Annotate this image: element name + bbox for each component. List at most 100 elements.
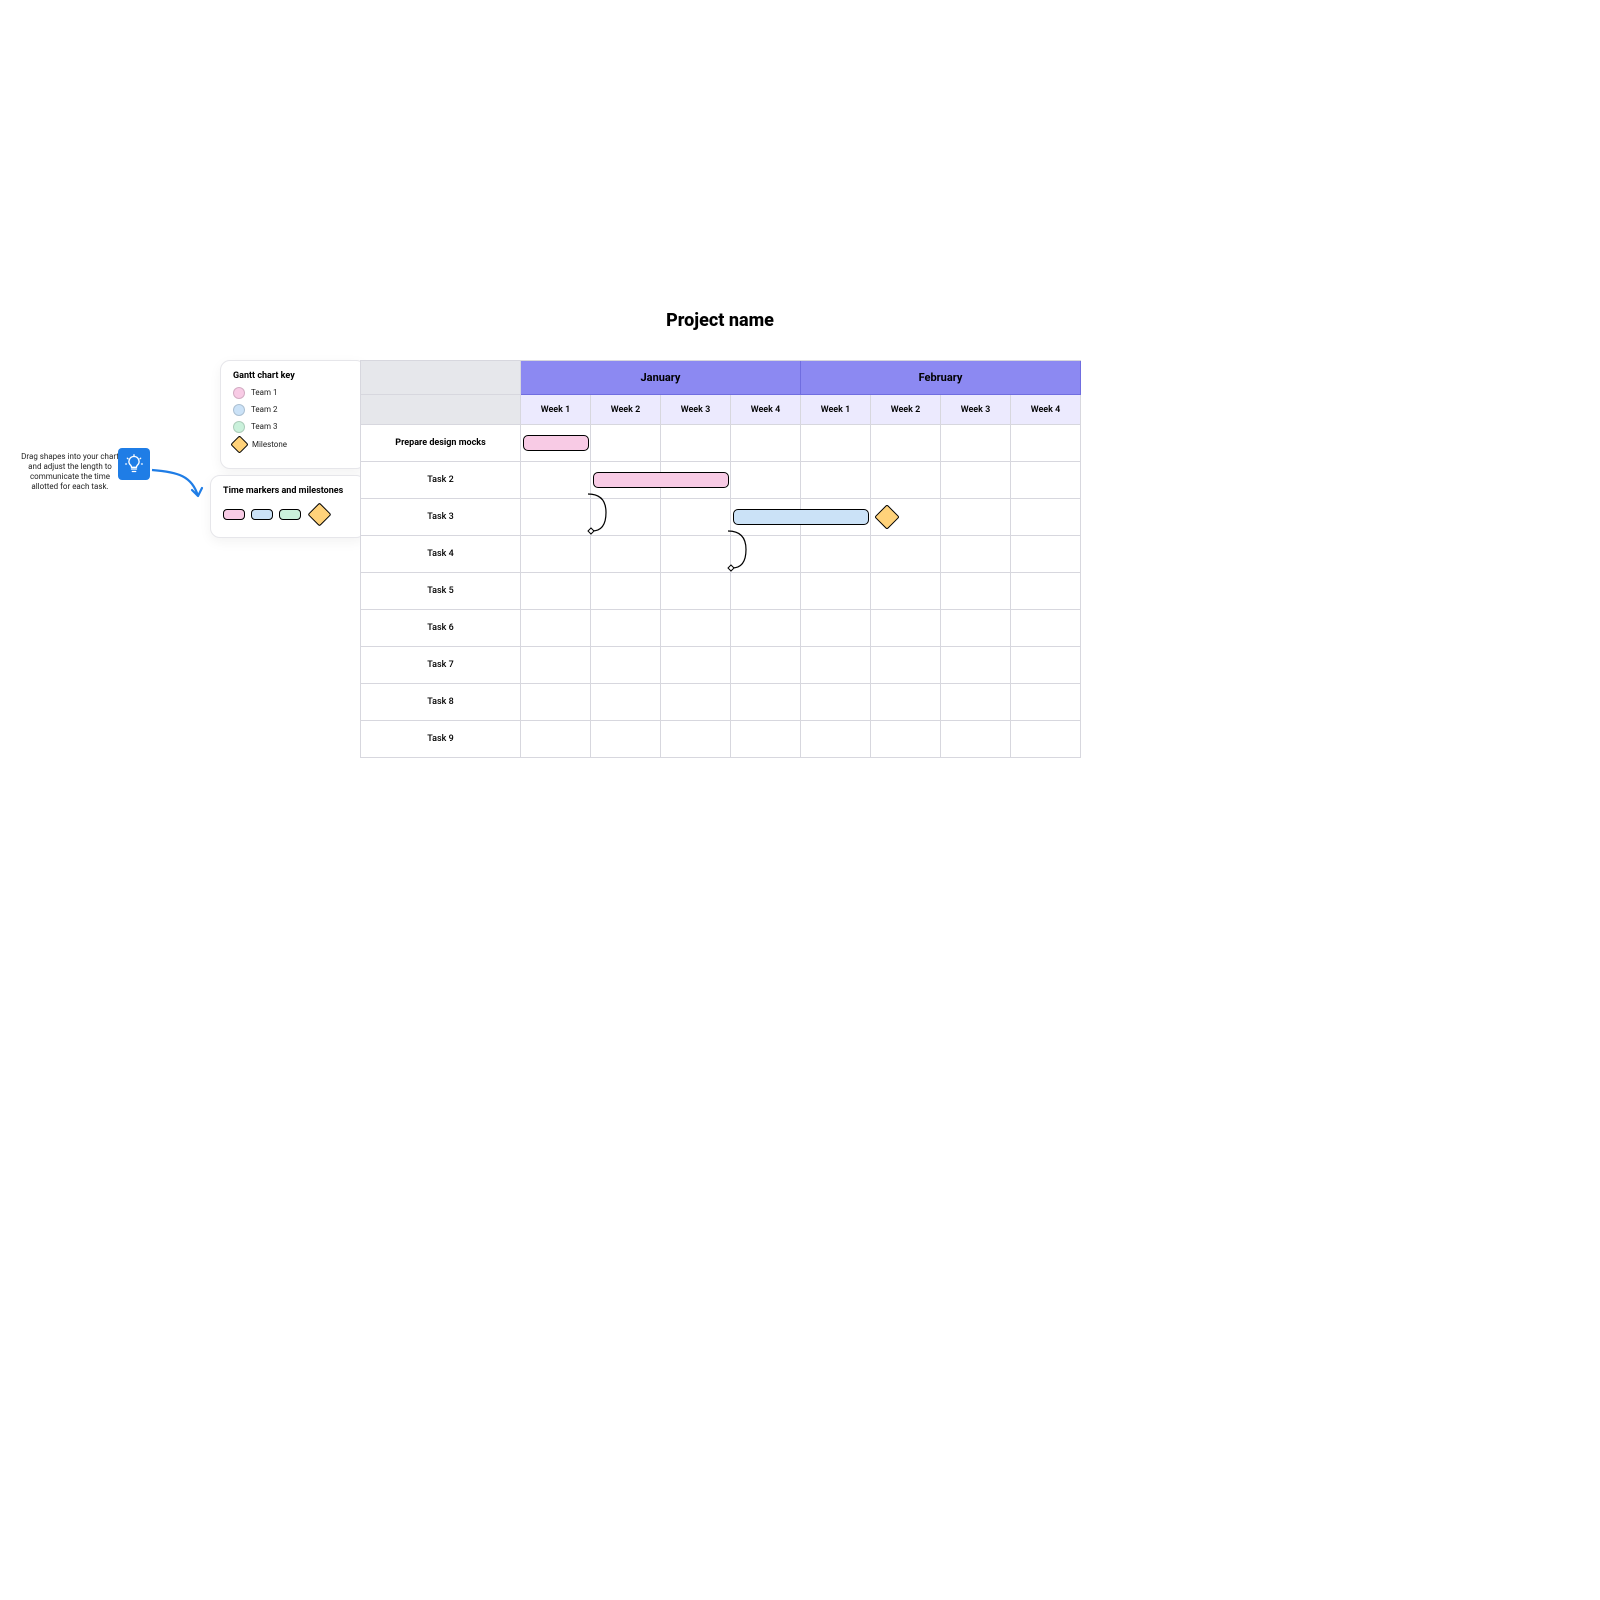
marker-milestone[interactable] xyxy=(307,502,331,526)
gantt-cell[interactable] xyxy=(871,573,941,610)
tip-text: Drag shapes into your chart and adjust t… xyxy=(20,452,120,492)
task-row[interactable]: Task 4 xyxy=(361,536,1081,573)
gantt-cell[interactable] xyxy=(871,721,941,758)
task-row[interactable]: Task 3 xyxy=(361,499,1081,536)
gantt-cell[interactable] xyxy=(1011,610,1081,647)
gantt-cell[interactable] xyxy=(1011,647,1081,684)
gantt-cell[interactable] xyxy=(941,536,1011,573)
swatch-icon xyxy=(233,387,245,399)
tip-lightbulb-box[interactable] xyxy=(118,448,150,480)
gantt-cell[interactable] xyxy=(941,425,1011,462)
gantt-cell[interactable] xyxy=(731,499,801,536)
gantt-cell[interactable] xyxy=(801,721,871,758)
gantt-cell[interactable] xyxy=(521,684,591,721)
gantt-cell[interactable] xyxy=(941,573,1011,610)
gantt-cell[interactable] xyxy=(801,462,871,499)
gantt-cell[interactable] xyxy=(801,425,871,462)
months-header-row: January February xyxy=(361,361,1081,395)
gantt-cell[interactable] xyxy=(661,425,731,462)
gantt-cell[interactable] xyxy=(801,536,871,573)
task-row[interactable]: Task 6 xyxy=(361,610,1081,647)
gantt-cell[interactable] xyxy=(591,462,661,499)
gantt-cell[interactable] xyxy=(731,610,801,647)
task-label: Task 3 xyxy=(361,499,521,536)
gantt-cell[interactable] xyxy=(941,462,1011,499)
gantt-cell[interactable] xyxy=(801,684,871,721)
gantt-cell[interactable] xyxy=(1011,573,1081,610)
gantt-cell[interactable] xyxy=(871,684,941,721)
gantt-cell[interactable] xyxy=(1011,536,1081,573)
gantt-cell[interactable] xyxy=(661,536,731,573)
gantt-cell[interactable] xyxy=(521,536,591,573)
task-row[interactable]: Task 5 xyxy=(361,573,1081,610)
gantt-cell[interactable] xyxy=(661,573,731,610)
gantt-cell[interactable] xyxy=(801,499,871,536)
gantt-cell[interactable] xyxy=(731,647,801,684)
task-row[interactable]: Task 8 xyxy=(361,684,1081,721)
gantt-chart[interactable]: January February Week 1 Week 2 Week 3 We… xyxy=(360,360,1081,758)
gantt-cell[interactable] xyxy=(1011,425,1081,462)
gantt-bar[interactable] xyxy=(523,435,589,451)
gantt-cell[interactable] xyxy=(661,647,731,684)
gantt-cell[interactable] xyxy=(941,721,1011,758)
marker-pill-team3[interactable] xyxy=(279,509,301,520)
milestone-marker[interactable] xyxy=(874,504,899,529)
task-row[interactable]: Task 2 xyxy=(361,462,1081,499)
gantt-cell[interactable] xyxy=(521,425,591,462)
gantt-cell[interactable] xyxy=(731,425,801,462)
gantt-cell[interactable] xyxy=(871,462,941,499)
gantt-cell[interactable] xyxy=(941,499,1011,536)
gantt-cell[interactable] xyxy=(1011,499,1081,536)
gantt-cell[interactable] xyxy=(591,610,661,647)
gantt-cell[interactable] xyxy=(941,647,1011,684)
gantt-cell[interactable] xyxy=(521,610,591,647)
gantt-cell[interactable] xyxy=(941,684,1011,721)
chart-title[interactable]: Project name xyxy=(360,311,1080,331)
gantt-cell[interactable] xyxy=(871,536,941,573)
marker-pill-team1[interactable] xyxy=(223,509,245,520)
gantt-cell[interactable] xyxy=(941,610,1011,647)
gantt-cell[interactable] xyxy=(591,425,661,462)
gantt-cell[interactable] xyxy=(591,684,661,721)
gantt-cell[interactable] xyxy=(731,536,801,573)
gantt-cell[interactable] xyxy=(1011,462,1081,499)
gantt-cell[interactable] xyxy=(661,462,731,499)
task-row[interactable]: Task 9 xyxy=(361,721,1081,758)
gantt-cell[interactable] xyxy=(801,610,871,647)
gantt-cell[interactable] xyxy=(731,721,801,758)
gantt-cell[interactable] xyxy=(521,462,591,499)
gantt-cell[interactable] xyxy=(871,499,941,536)
gantt-cell[interactable] xyxy=(661,610,731,647)
task-row[interactable]: Prepare design mocks xyxy=(361,425,1081,462)
gantt-cell[interactable] xyxy=(1011,721,1081,758)
markers-panel[interactable]: Time markers and milestones xyxy=(210,475,366,538)
gantt-cell[interactable] xyxy=(871,610,941,647)
gantt-cell[interactable] xyxy=(731,462,801,499)
gantt-cell[interactable] xyxy=(731,684,801,721)
gantt-cell[interactable] xyxy=(591,647,661,684)
gantt-cell[interactable] xyxy=(521,647,591,684)
gantt-cell[interactable] xyxy=(871,647,941,684)
legend-item-label: Milestone xyxy=(252,441,287,449)
gantt-cell[interactable] xyxy=(801,573,871,610)
gantt-cell[interactable] xyxy=(521,499,591,536)
gantt-cell[interactable] xyxy=(661,721,731,758)
gantt-cell[interactable] xyxy=(661,684,731,721)
task-row[interactable]: Task 7 xyxy=(361,647,1081,684)
gantt-cell[interactable] xyxy=(521,573,591,610)
weeks-header-row: Week 1 Week 2 Week 3 Week 4 Week 1 Week … xyxy=(361,395,1081,425)
marker-pill-team2[interactable] xyxy=(251,509,273,520)
gantt-cell[interactable] xyxy=(731,573,801,610)
gantt-cell[interactable] xyxy=(801,647,871,684)
gantt-cell[interactable] xyxy=(661,499,731,536)
gantt-cell[interactable] xyxy=(591,721,661,758)
legend-panel[interactable]: Gantt chart key Team 1 Team 2 Team 3 Mil… xyxy=(220,360,366,469)
gantt-cell[interactable] xyxy=(521,721,591,758)
gantt-cell[interactable] xyxy=(1011,684,1081,721)
gantt-cell[interactable] xyxy=(591,573,661,610)
gantt-cell[interactable] xyxy=(871,425,941,462)
legend-item-label: Team 3 xyxy=(251,423,277,431)
gantt-cell[interactable] xyxy=(591,499,661,536)
gantt-cell[interactable] xyxy=(591,536,661,573)
week-header: Week 1 xyxy=(521,395,591,425)
